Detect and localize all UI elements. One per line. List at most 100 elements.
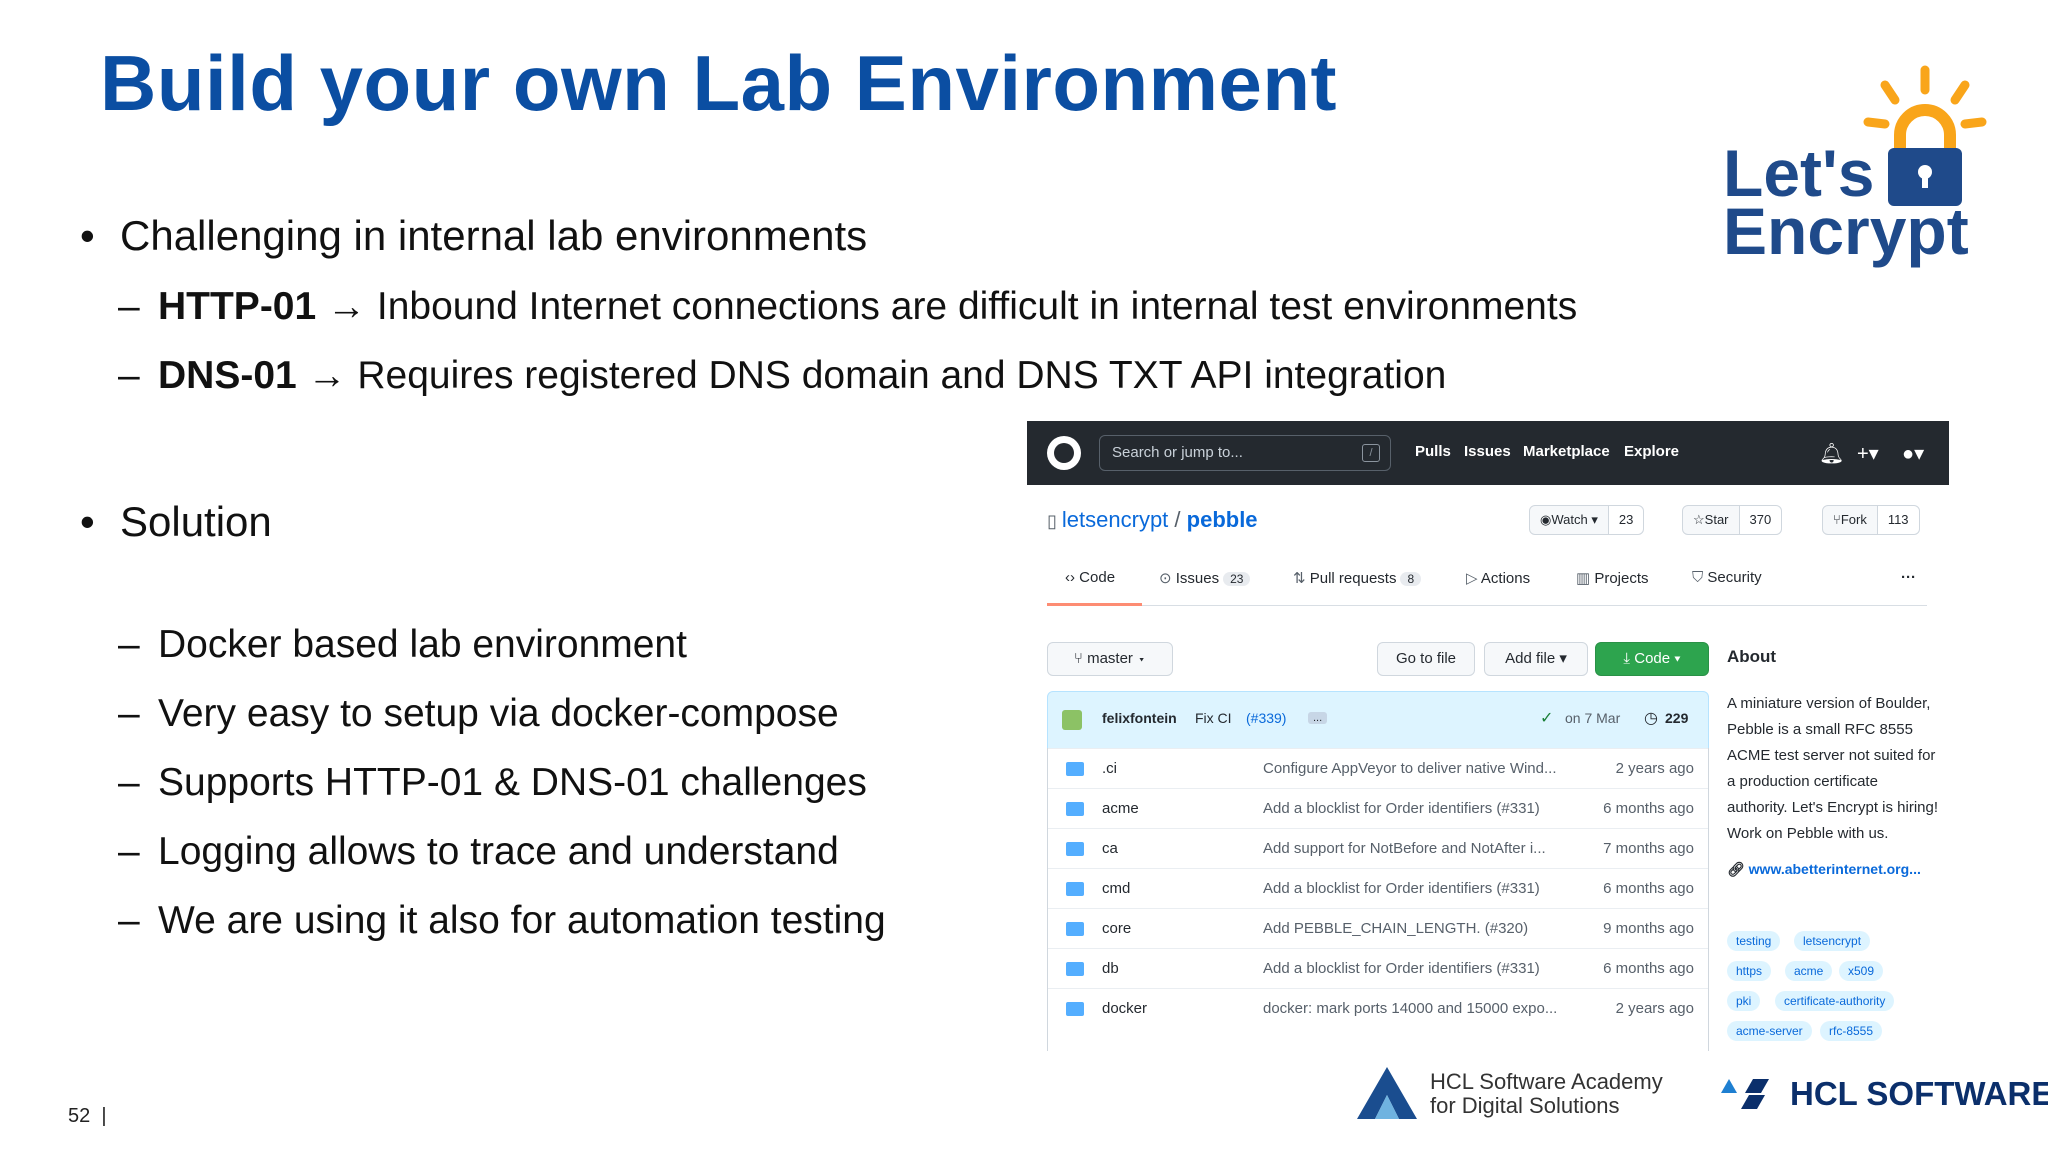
download-icon: ⤓	[1623, 650, 1635, 667]
code-icon: ‹›	[1065, 569, 1080, 586]
file-commit-message[interactable]: Add a blocklist for Order identifiers (#…	[1263, 960, 1563, 977]
avatar-menu-icon[interactable]: ●▾	[1902, 441, 1924, 466]
page-number-value: 52	[68, 1105, 91, 1127]
topic-tag[interactable]: testing	[1727, 931, 1781, 951]
file-name[interactable]: ca	[1102, 840, 1118, 857]
commit-expand-button[interactable]: ...	[1308, 712, 1328, 724]
repo-icon: ▯	[1047, 511, 1062, 531]
file-name[interactable]: .ci	[1102, 760, 1117, 777]
issues-count-badge: 23	[1223, 572, 1251, 586]
solution-text: Very easy to setup via docker-compose	[158, 692, 839, 735]
bullet-dot: •	[80, 498, 95, 545]
file-row[interactable]: .ci Configure AppVeyor to deliver native …	[1048, 748, 1708, 789]
fork-count[interactable]: 113	[1876, 506, 1919, 534]
dash: –	[118, 354, 140, 397]
tab-security[interactable]: ⛉ Security	[1692, 569, 1762, 586]
github-screenshot: Search or jump to... / Pulls Issues Mark…	[1027, 421, 1949, 1051]
file-row[interactable]: core Add PEBBLE_CHAIN_LENGTH. (#320) 9 mon…	[1048, 908, 1708, 949]
commit-ref-link[interactable]: (#339)	[1246, 710, 1286, 726]
hcl-academy-logo: HCL Software Academy for Digital Solutio…	[1430, 1070, 1663, 1118]
tab-label: Issues	[1175, 570, 1220, 587]
topic-tag[interactable]: acme-server	[1727, 1021, 1812, 1041]
branch-select[interactable]: ⑂ master ▾	[1047, 642, 1173, 676]
bullet-text: Challenging in internal lab environments	[120, 212, 868, 259]
file-commit-message[interactable]: docker: mark ports 14000 and 15000 expo.…	[1263, 1000, 1563, 1017]
topic-tag[interactable]: https	[1727, 961, 1772, 981]
star-button[interactable]: ☆ Star 370	[1682, 505, 1783, 535]
go-to-file-button[interactable]: Go to file	[1377, 642, 1475, 676]
sub-bold: DNS-01	[158, 354, 297, 397]
solution-item: – Very easy to setup via docker-compose	[118, 692, 839, 736]
topic-tag[interactable]: rfc-8555	[1820, 1021, 1883, 1041]
shield-icon: ⛉	[1692, 569, 1708, 586]
topic-tag[interactable]: acme	[1785, 961, 1833, 981]
nav-issues[interactable]: Issues	[1464, 443, 1511, 460]
solution-text: Logging allows to trace and understand	[158, 830, 839, 873]
star-count[interactable]: 370	[1738, 506, 1782, 534]
file-row[interactable]: db Add a blocklist for Order identifiers …	[1048, 948, 1708, 989]
hcl-software-logo: HCL SOFTWARE	[1790, 1075, 2048, 1112]
more-tabs-icon[interactable]: ···	[1901, 569, 1916, 586]
file-commit-message[interactable]: Add support for NotBefore and NotAfter i…	[1263, 840, 1563, 857]
sub-bold: HTTP-01	[158, 285, 317, 328]
github-search-input[interactable]: Search or jump to... /	[1099, 435, 1391, 471]
commit-author[interactable]: felixfontein	[1102, 710, 1177, 726]
folder-icon	[1066, 922, 1084, 936]
file-commit-message[interactable]: Add a blocklist for Order identifiers (#…	[1263, 800, 1563, 817]
about-link-text: www.abetterinternet.org...	[1748, 861, 1921, 877]
file-age: 2 years ago	[1615, 760, 1694, 777]
slide-title: Build your own Lab Environment	[100, 39, 1338, 127]
tab-actions[interactable]: ▷ Actions	[1466, 569, 1530, 587]
tab-divider	[1047, 605, 1927, 606]
issue-icon: ⊙	[1159, 570, 1176, 587]
add-file-button[interactable]: Add file ▾	[1484, 642, 1588, 676]
nav-pulls[interactable]: Pulls	[1415, 443, 1451, 460]
tab-label: Projects	[1594, 570, 1649, 587]
repo-name-link[interactable]: pebble	[1187, 507, 1258, 532]
solution-item: – Supports HTTP-01 & DNS-01 challenges	[118, 761, 867, 805]
nav-explore[interactable]: Explore	[1624, 443, 1679, 460]
about-link[interactable]: 🔗︎ www.abetterinternet.org...	[1727, 861, 1942, 878]
fork-button[interactable]: ⑂ Fork 113	[1822, 505, 1920, 535]
bell-icon[interactable]: 🔔︎	[1819, 441, 1844, 466]
page-number: 52 |	[68, 1105, 107, 1128]
author-avatar-icon	[1062, 710, 1082, 730]
commit-message[interactable]: Fix CI	[1195, 710, 1232, 726]
file-row[interactable]: docker docker: mark ports 14000 and 15000…	[1048, 988, 1708, 1029]
file-row[interactable]: acme Add a blocklist for Order identifier…	[1048, 788, 1708, 829]
code-download-button[interactable]: ⤓ Code ▾	[1595, 642, 1709, 676]
dash: –	[118, 899, 140, 942]
tab-label: Actions	[1480, 570, 1531, 587]
file-name[interactable]: core	[1102, 920, 1131, 937]
topic-tag[interactable]: pki	[1727, 991, 1761, 1011]
file-commit-message[interactable]: Add PEBBLE_CHAIN_LENGTH. (#320)	[1263, 920, 1563, 937]
tab-projects[interactable]: ▥ Projects	[1576, 569, 1649, 587]
plus-menu-icon[interactable]: +▾	[1857, 441, 1879, 466]
topic-tag[interactable]: x509	[1839, 961, 1884, 981]
nav-marketplace[interactable]: Marketplace	[1523, 443, 1610, 460]
tab-pull-requests[interactable]: ⇅ Pull requests 8	[1293, 569, 1422, 587]
dash: –	[118, 830, 140, 873]
topic-tag[interactable]: certificate-authority	[1775, 991, 1895, 1011]
repo-owner-link[interactable]: letsencrypt	[1062, 507, 1168, 532]
tab-issues[interactable]: ⊙ Issues 23	[1159, 569, 1251, 587]
file-name[interactable]: db	[1102, 960, 1119, 977]
file-name[interactable]: acme	[1102, 800, 1139, 817]
tab-code[interactable]: ‹› Code	[1065, 569, 1115, 586]
file-name[interactable]: cmd	[1102, 880, 1130, 897]
watch-count[interactable]: 23	[1607, 506, 1644, 534]
watch-button[interactable]: ◉ Watch ▾ 23	[1529, 505, 1645, 535]
file-name[interactable]: docker	[1102, 1000, 1147, 1017]
commit-count[interactable]: 229	[1665, 710, 1688, 726]
file-age: 9 months ago	[1603, 920, 1694, 937]
file-commit-message[interactable]: Configure AppVeyor to deliver native Win…	[1263, 760, 1563, 777]
file-row[interactable]: cmd Add a blocklist for Order identifiers…	[1048, 868, 1708, 909]
file-row[interactable]: ca Add support for NotBefore and NotAfter…	[1048, 828, 1708, 869]
projects-icon: ▥	[1576, 570, 1595, 587]
folder-icon	[1066, 882, 1084, 896]
github-logo-icon[interactable]	[1047, 436, 1081, 470]
academy-line2: for Digital Solutions	[1430, 1093, 1620, 1118]
tab-label: Code	[1079, 569, 1116, 586]
file-commit-message[interactable]: Add a blocklist for Order identifiers (#…	[1263, 880, 1563, 897]
topic-tag[interactable]: letsencrypt	[1794, 931, 1871, 951]
